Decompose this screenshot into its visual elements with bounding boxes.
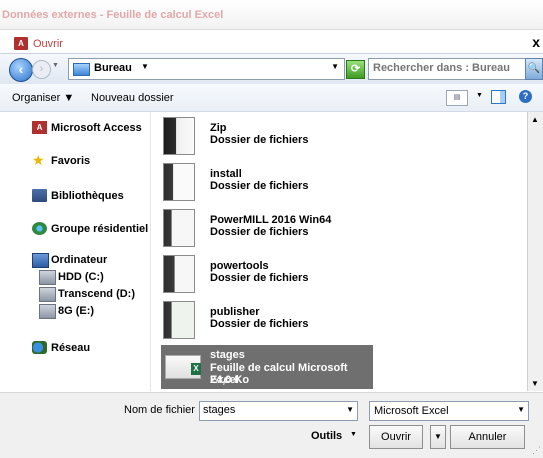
scroll-down-icon[interactable]: ▼ bbox=[531, 379, 539, 388]
outer-window-titlebar: Données externes - Feuille de calcul Exc… bbox=[0, 0, 543, 30]
address-breadcrumb[interactable]: Bureau ▼ ▼ bbox=[68, 58, 345, 80]
search-input[interactable] bbox=[369, 59, 523, 77]
filename-field[interactable]: ▼ bbox=[199, 401, 358, 421]
nav-item-label: Favoris bbox=[51, 155, 91, 167]
folder-icon bbox=[163, 163, 195, 201]
filetype-value: Microsoft Excel bbox=[374, 405, 449, 417]
help-icon[interactable]: ? bbox=[519, 90, 532, 103]
filename-input[interactable] bbox=[200, 402, 343, 418]
command-toolbar: Organiser ▼ Nouveau dossier ▤ ▼ ? bbox=[0, 84, 543, 112]
breadcrumb-chevron-icon[interactable]: ▼ bbox=[141, 62, 149, 71]
drive-icon bbox=[39, 287, 56, 302]
file-name: Zip bbox=[210, 122, 227, 134]
nav-item-label: HDD (C:) bbox=[58, 271, 104, 283]
list-item-publisher[interactable]: publisher Dossier de fichiers bbox=[151, 298, 523, 339]
file-type: Dossier de fichiers bbox=[210, 318, 309, 330]
forward-button[interactable]: › bbox=[32, 60, 51, 79]
nav-item-label: Ordinateur bbox=[51, 254, 108, 266]
tools-menu-button[interactable]: Outils bbox=[311, 430, 342, 442]
folder-icon bbox=[163, 209, 195, 247]
file-list: Zip Dossier de fichiers install Dossier … bbox=[151, 112, 525, 391]
network-icon bbox=[32, 341, 47, 354]
nav-item-label: Groupe résidentiel bbox=[51, 223, 149, 235]
file-type: Dossier de fichiers bbox=[210, 134, 309, 146]
nav-item-label: Bibliothèques bbox=[51, 190, 124, 202]
outer-window-title: Données externes - Feuille de calcul Exc… bbox=[2, 9, 224, 21]
open-dropdown-button[interactable]: ▼ bbox=[430, 425, 446, 449]
list-item-zip[interactable]: Zip Dossier de fichiers bbox=[151, 114, 523, 155]
tools-dropdown-icon[interactable]: ▼ bbox=[350, 431, 357, 438]
library-icon bbox=[32, 189, 47, 202]
back-button[interactable]: ‹ bbox=[9, 58, 33, 82]
drive-icon bbox=[39, 270, 56, 285]
file-type: Dossier de fichiers bbox=[210, 180, 309, 192]
recent-locations-dropdown[interactable]: ▼ bbox=[52, 62, 59, 69]
folder-icon bbox=[163, 117, 195, 155]
nav-item-label: Microsoft Access bbox=[51, 122, 142, 134]
nav-item-label: 8G (E:) bbox=[58, 305, 95, 317]
folder-icon bbox=[163, 255, 195, 293]
change-view-icon[interactable]: ▤ bbox=[446, 90, 468, 106]
view-options-dropdown[interactable]: ▼ bbox=[476, 92, 483, 99]
search-field[interactable] bbox=[368, 58, 526, 80]
file-type: Dossier de fichiers bbox=[210, 226, 309, 238]
homegroup-icon bbox=[32, 222, 47, 235]
resize-grip-icon[interactable]: ⋰ bbox=[532, 445, 541, 456]
file-type: Dossier de fichiers bbox=[210, 272, 309, 284]
search-icon[interactable]: 🔍 bbox=[525, 58, 543, 80]
filename-dropdown-icon[interactable]: ▼ bbox=[346, 405, 354, 414]
close-button[interactable]: x bbox=[532, 34, 540, 50]
file-name: powertools bbox=[210, 260, 269, 272]
computer-icon bbox=[32, 253, 49, 268]
address-bar-row: ‹ › ▼ Bureau ▼ ▼ ⟳ 🔍 bbox=[0, 53, 543, 85]
cancel-button[interactable]: Annuler bbox=[450, 425, 525, 449]
star-icon: ★ bbox=[32, 152, 45, 168]
organize-menu-button[interactable]: Organiser ▼ bbox=[12, 92, 74, 104]
dialog-footer: Nom de fichier : ▼ Microsoft Excel ▼ Out… bbox=[0, 392, 543, 458]
filename-label: Nom de fichier : bbox=[124, 404, 202, 416]
list-item-install[interactable]: install Dossier de fichiers bbox=[151, 160, 523, 201]
desktop-folder-icon bbox=[73, 63, 90, 76]
file-name: PowerMILL 2016 Win64 bbox=[210, 214, 332, 226]
nav-item-label: Transcend (D:) bbox=[58, 288, 136, 300]
filetype-dropdown-icon[interactable]: ▼ bbox=[517, 405, 525, 414]
file-name: publisher bbox=[210, 306, 260, 318]
new-folder-button[interactable]: Nouveau dossier bbox=[91, 92, 174, 104]
preview-pane-icon[interactable] bbox=[491, 90, 506, 104]
open-button[interactable]: Ouvrir bbox=[369, 425, 423, 449]
folder-icon bbox=[163, 301, 195, 339]
excel-icon: X bbox=[191, 363, 201, 375]
dialog-title: Ouvrir bbox=[33, 38, 63, 50]
file-name: install bbox=[210, 168, 242, 180]
file-name: stages bbox=[210, 349, 245, 361]
access-app-icon: A bbox=[14, 37, 28, 50]
list-item-stages[interactable]: X stages Feuille de calcul Microsoft Exc… bbox=[161, 345, 373, 389]
dialog-titlebar: Ouvrir bbox=[0, 30, 543, 52]
navigation-pane: A Microsoft Access ★ Favoris Bibliothèqu… bbox=[0, 112, 151, 391]
scroll-up-icon[interactable]: ▲ bbox=[531, 115, 539, 124]
list-item-powermill[interactable]: PowerMILL 2016 Win64 Dossier de fichiers bbox=[151, 206, 523, 247]
filetype-select[interactable]: Microsoft Excel ▼ bbox=[369, 401, 529, 421]
address-dropdown-icon[interactable]: ▼ bbox=[331, 62, 339, 71]
list-item-powertools[interactable]: powertools Dossier de fichiers bbox=[151, 252, 523, 293]
vertical-scrollbar[interactable]: ▲ ▼ bbox=[527, 112, 543, 391]
file-size: 24,0 Ko bbox=[210, 374, 250, 386]
breadcrumb-location[interactable]: Bureau bbox=[94, 62, 132, 74]
nav-item-label: Réseau bbox=[51, 342, 91, 354]
refresh-button[interactable]: ⟳ bbox=[346, 60, 365, 79]
access-icon: A bbox=[32, 121, 47, 134]
drive-icon bbox=[39, 304, 56, 319]
